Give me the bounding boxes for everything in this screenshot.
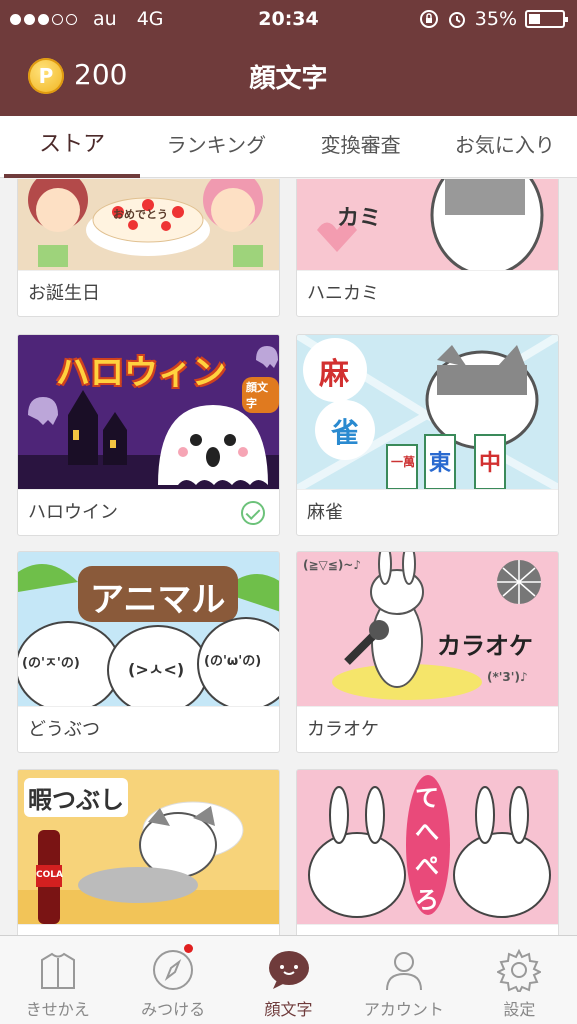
owned-check-icon [241, 501, 265, 525]
notification-badge [183, 944, 193, 953]
top-bar: au 4G 20:34 35% P 200 顔文字 [0, 0, 577, 116]
karaoke-face-1: (≧▽≦)~♪ [303, 558, 362, 572]
nav-label: みつける [141, 1000, 206, 1019]
card-label: ハロウイン [18, 489, 279, 535]
store-item-teheperoo[interactable]: て へ ぺ ろ [296, 769, 559, 935]
nav-label: きせかえ [25, 1000, 90, 1019]
hanikami-art-text: カミ [337, 206, 382, 231]
compass-icon [153, 950, 194, 990]
animals-thumbnail: アニマル (の'ㅈ'の) (>ㅅ<) (の'ω'の) [18, 552, 279, 706]
nav-label: アカウント [363, 1000, 444, 1019]
tab-bar: ストア ランキング 変換審査 お気に入り [0, 116, 577, 178]
alarm-icon [448, 12, 465, 28]
tehepero-art-text-4: ろ [415, 886, 439, 914]
gear-icon [497, 948, 542, 992]
himatsubushi-art-text: 暇つぶし [24, 778, 128, 817]
app-header: P 200 顔文字 [0, 38, 577, 116]
bottom-nav: きせかえ みつける 顔文字 アカウント 設定 [0, 935, 577, 1024]
nav-kaomoji[interactable]: 顔文字 [231, 936, 346, 1024]
mahjong-art-text-1: 麻 [319, 357, 349, 392]
tehepero-thumbnail: て へ ぺ ろ [297, 770, 558, 924]
nav-label: 顔文字 [264, 1000, 313, 1019]
store-item-himatsubushi[interactable]: 暇つぶし COLA [17, 769, 280, 935]
mahjong-art-text-2: 雀 [331, 416, 360, 449]
nav-kisekae[interactable]: きせかえ [0, 936, 115, 1024]
store-item-animals[interactable]: アニマル (の'ㅈ'の) (>ㅅ<) (の'ω'の) どうぶつ [17, 551, 280, 753]
card-label: ハニカミ [297, 270, 558, 316]
halloween-thumbnail: ハロウィン 顔文字 [18, 335, 279, 489]
tehepero-art-text-1: て [415, 784, 439, 812]
nav-mitsukeru[interactable]: みつける [115, 936, 230, 1024]
store-item-mahjong[interactable]: 麻 雀 一萬 東 中 麻雀 [296, 334, 559, 536]
card-label: どうぶつ [18, 706, 279, 752]
tab-favorites[interactable]: お気に入り [433, 116, 577, 177]
store-item-halloween[interactable]: ハロウィン 顔文字 ハロウイン [17, 334, 280, 536]
animals-art-text: アニマル [90, 580, 226, 620]
hanikami-thumbnail: カミ [297, 179, 558, 270]
karaoke-thumbnail: カラオケ (≧▽≦)~♪ (*'3')♪ [297, 552, 558, 706]
himatsubushi-thumbnail: 暇つぶし COLA [18, 770, 279, 924]
card-label [297, 924, 558, 935]
tehepero-art-text-2: へ [415, 818, 439, 846]
nav-settings[interactable]: 設定 [462, 936, 577, 1024]
mahjong-tile-1: 一萬 [391, 455, 416, 469]
tab-store[interactable]: ストア [0, 116, 144, 178]
page-title: 顔文字 [249, 64, 328, 94]
store-item-birthday[interactable]: おめでとう お誕生日 [17, 179, 280, 317]
tab-review[interactable]: 変換審査 [289, 116, 433, 177]
rotation-lock-icon [419, 10, 438, 28]
card-label: カラオケ [297, 706, 558, 752]
birthday-thumbnail: おめでとう [18, 179, 279, 270]
tab-ranking[interactable]: ランキング [144, 116, 288, 177]
animals-face-1: (の'ㅈ'の) [22, 656, 80, 671]
halloween-art-text: ハロウィン [56, 353, 226, 393]
kaomoji-bubble-icon [268, 951, 309, 989]
karaoke-face-2: (*'3')♪ [487, 670, 528, 684]
mahjong-tile-2: 東 [429, 451, 452, 476]
halloween-art-subtext: 顔文字 [242, 377, 279, 413]
mahjong-tile-3: 中 [479, 451, 502, 476]
nav-label: 設定 [503, 1000, 536, 1019]
status-bar: au 4G 20:34 35% [0, 0, 577, 38]
battery-icon [525, 10, 568, 28]
store-item-hanikami[interactable]: カミ ハニカミ [296, 179, 559, 317]
nav-account[interactable]: アカウント [346, 936, 461, 1024]
shirt-icon [40, 952, 75, 989]
mahjong-thumbnail: 麻 雀 一萬 東 中 [297, 335, 558, 489]
card-label: 麻雀 [297, 489, 558, 535]
animals-face-3: (の'ω'の) [204, 654, 262, 669]
animals-face-2: (>ㅅ<) [128, 660, 185, 679]
battery-percent: 35% [474, 8, 517, 30]
himatsubushi-art-brand: COLA [36, 870, 63, 880]
card-label: お誕生日 [18, 270, 279, 316]
person-icon [385, 952, 422, 991]
store-item-karaoke[interactable]: カラオケ (≧▽≦)~♪ (*'3')♪ カラオケ [296, 551, 559, 753]
card-label [18, 924, 279, 935]
birthday-art-text: おめでとう [113, 208, 168, 221]
tehepero-art-text-3: ぺ [415, 852, 439, 880]
store-grid: おめでとう お誕生日 カミ ハニカミ ハロウィン 顔文字 ハロウイン 麻 雀 一… [0, 179, 577, 935]
karaoke-art-text: カラオケ [437, 632, 533, 660]
